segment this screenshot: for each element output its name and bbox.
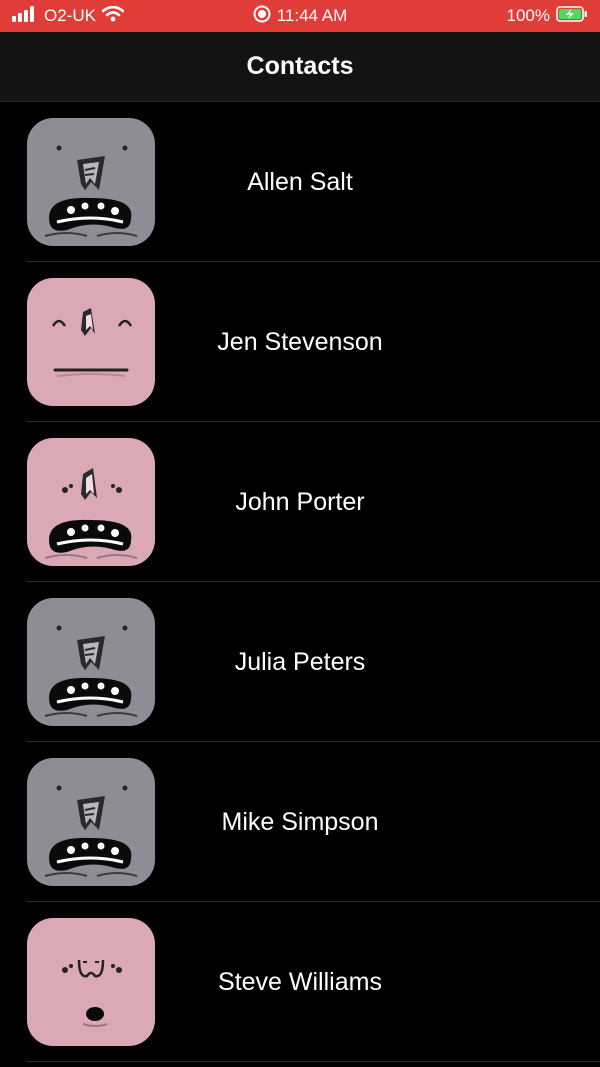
monster-avatar-icon xyxy=(27,278,155,406)
status-bar-right: 100% xyxy=(506,5,588,27)
signal-icon xyxy=(12,5,38,27)
contact-list: Allen Salt Jen Stevenson John Porter Jul… xyxy=(0,102,600,1062)
contact-row[interactable]: Allen Salt xyxy=(0,102,600,262)
status-time: 11:44 AM xyxy=(276,6,348,25)
wifi-icon xyxy=(101,5,125,27)
page-title: Contacts xyxy=(246,52,354,80)
contact-row[interactable]: Julia Peters xyxy=(0,582,600,742)
carrier-name: O2-UK xyxy=(44,6,96,25)
contact-row[interactable]: Jen Stevenson xyxy=(0,262,600,422)
monster-avatar-icon xyxy=(27,118,155,246)
contact-row[interactable]: John Porter xyxy=(0,422,600,582)
status-bar: O2-UK 11:44 AM 100% xyxy=(0,0,600,32)
contact-row[interactable]: Steve Williams xyxy=(0,902,600,1062)
monster-avatar-icon xyxy=(27,438,155,566)
status-bar-left: O2-UK xyxy=(12,5,125,27)
monster-avatar-icon xyxy=(27,918,155,1046)
monster-avatar-icon xyxy=(27,758,155,886)
battery-charging-icon xyxy=(556,5,588,27)
recording-icon xyxy=(253,5,271,28)
monster-avatar-icon xyxy=(27,598,155,726)
navigation-bar: Contacts xyxy=(0,32,600,102)
battery-percent: 100% xyxy=(506,6,550,25)
contact-row[interactable]: Mike Simpson xyxy=(0,742,600,902)
